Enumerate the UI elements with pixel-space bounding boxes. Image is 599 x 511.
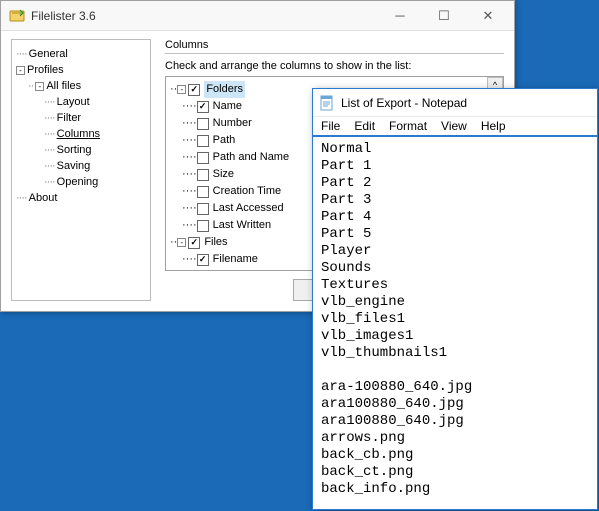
checkbox[interactable] bbox=[197, 101, 209, 113]
tree-item-profiles[interactable]: -Profiles bbox=[16, 62, 146, 78]
menu-edit[interactable]: Edit bbox=[354, 119, 375, 133]
checkbox[interactable] bbox=[197, 135, 209, 147]
notepad-content[interactable]: Normal Part 1 Part 2 Part 3 Part 4 Part … bbox=[313, 137, 597, 507]
group-rule bbox=[165, 53, 504, 54]
checkbox[interactable] bbox=[197, 152, 209, 164]
notepad-title: List of Export - Notepad bbox=[341, 96, 467, 110]
checkbox[interactable] bbox=[197, 169, 209, 181]
tree-item-general[interactable]: ····General bbox=[16, 46, 146, 62]
tree-item-saving[interactable]: ····Saving bbox=[40, 158, 146, 174]
close-window-button[interactable]: ✕ bbox=[466, 2, 510, 30]
collapse-icon[interactable]: - bbox=[177, 238, 186, 247]
checkbox[interactable] bbox=[197, 220, 209, 232]
tree-item-columns[interactable]: ····Columns bbox=[40, 126, 146, 142]
menu-view[interactable]: View bbox=[441, 119, 467, 133]
filelister-title: Filelister 3.6 bbox=[31, 9, 378, 23]
tree-item-all-files[interactable]: ··-All files bbox=[28, 78, 146, 94]
minimize-button[interactable]: ─ bbox=[378, 2, 422, 30]
maximize-button[interactable]: ☐ bbox=[422, 2, 466, 30]
filelister-titlebar[interactable]: Filelister 3.6 ─ ☐ ✕ bbox=[1, 1, 514, 31]
checkbox[interactable] bbox=[197, 186, 209, 198]
notepad-menubar: File Edit Format View Help bbox=[313, 117, 597, 137]
menu-help[interactable]: Help bbox=[481, 119, 506, 133]
checkbox[interactable] bbox=[197, 271, 209, 272]
collapse-icon[interactable]: - bbox=[35, 82, 44, 91]
notepad-icon bbox=[319, 95, 335, 111]
group-label: Columns bbox=[165, 39, 504, 51]
app-icon bbox=[9, 8, 25, 24]
tree-item-about[interactable]: ····About bbox=[16, 190, 146, 206]
tree-item-opening[interactable]: ····Opening bbox=[40, 174, 146, 190]
checkbox[interactable] bbox=[197, 203, 209, 215]
notepad-titlebar[interactable]: List of Export - Notepad bbox=[313, 89, 597, 117]
tree-item-layout[interactable]: ····Layout bbox=[40, 94, 146, 110]
tree-item-filter[interactable]: ····Filter bbox=[40, 110, 146, 126]
notepad-window: List of Export - Notepad File Edit Forma… bbox=[312, 88, 598, 510]
checkbox[interactable] bbox=[188, 84, 200, 96]
group-desc: Check and arrange the columns to show in… bbox=[165, 60, 504, 72]
menu-file[interactable]: File bbox=[321, 119, 340, 133]
checkbox[interactable] bbox=[197, 118, 209, 130]
menu-format[interactable]: Format bbox=[389, 119, 427, 133]
checkbox[interactable] bbox=[197, 254, 209, 266]
tree-item-sorting[interactable]: ····Sorting bbox=[40, 142, 146, 158]
checkbox[interactable] bbox=[188, 237, 200, 249]
collapse-icon[interactable]: - bbox=[16, 66, 25, 75]
collapse-icon[interactable]: - bbox=[177, 85, 186, 94]
settings-tree: ····General -Profiles ··-All files ····L… bbox=[11, 39, 151, 301]
